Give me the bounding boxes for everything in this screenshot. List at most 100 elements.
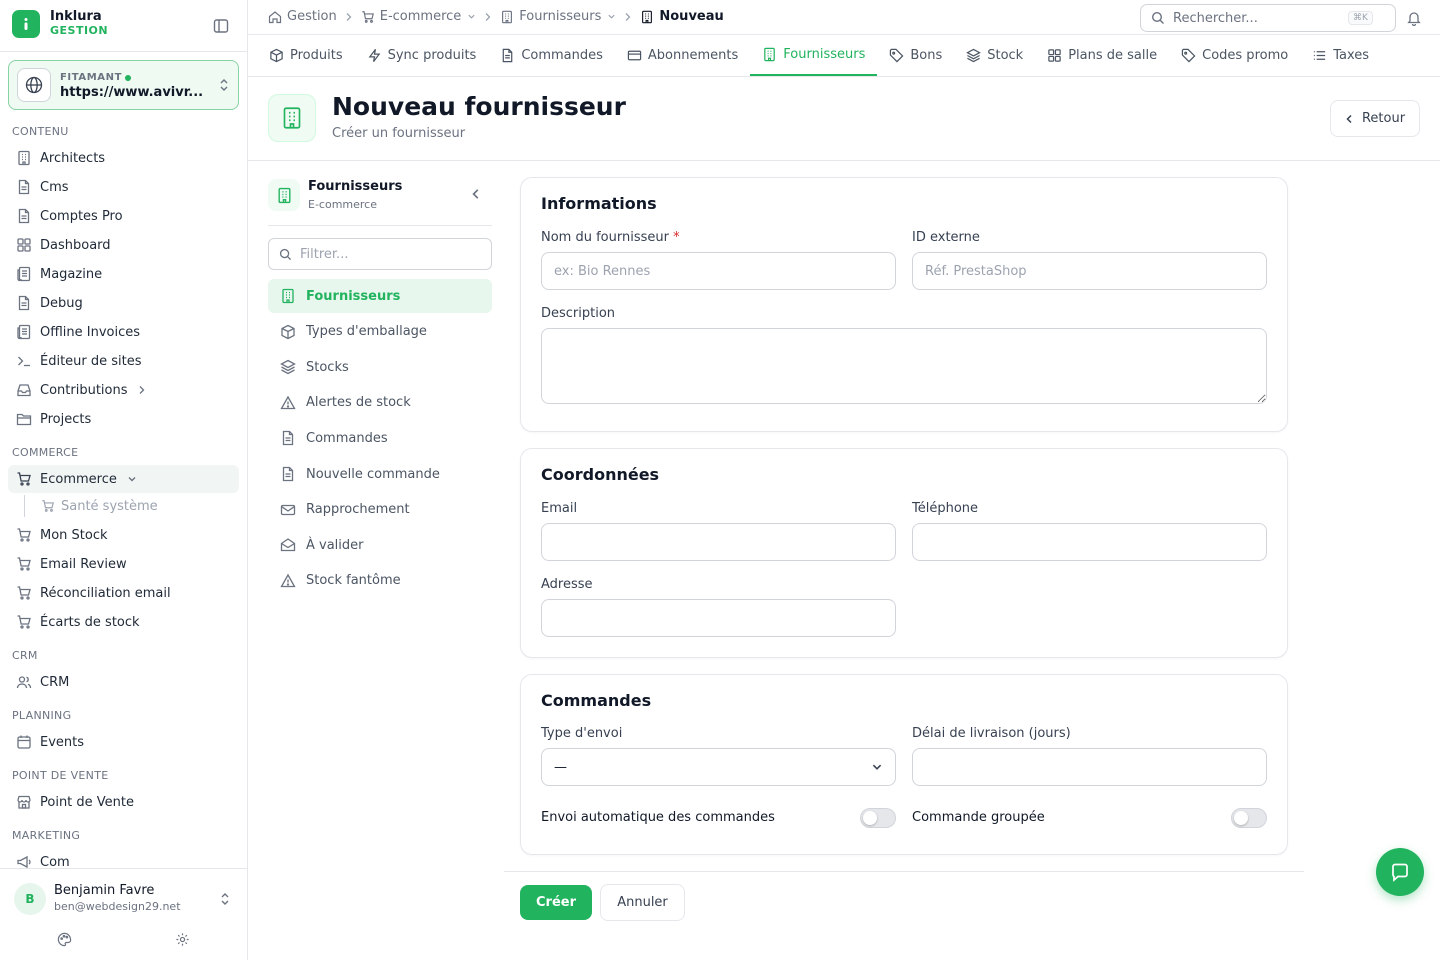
- chevron-down-icon: [871, 761, 883, 773]
- create-button[interactable]: Créer: [520, 885, 592, 920]
- tab-label: Codes promo: [1202, 48, 1289, 63]
- grouped-order-toggle[interactable]: [1231, 808, 1267, 828]
- subnav-item[interactable]: Commandes: [268, 421, 492, 455]
- chevron-updown-icon[interactable]: [219, 891, 231, 907]
- sidebar-item-label: Éditeur de sites: [40, 353, 142, 369]
- tab-plans-de-salle[interactable]: Plans de salle: [1035, 35, 1169, 76]
- section-marketing: MARKETING: [12, 829, 81, 842]
- subnav-item-label: Nouvelle commande: [306, 466, 440, 482]
- tab-bons[interactable]: Bons: [877, 35, 954, 76]
- chevron-left-icon: [1345, 114, 1354, 124]
- brand[interactable]: Inklura GESTION: [12, 10, 108, 38]
- newspaper-icon: [16, 266, 32, 282]
- sidebar-item[interactable]: Comptes Pro: [8, 202, 239, 230]
- sidebar-item[interactable]: Architects: [8, 144, 239, 172]
- breadcrumb-home[interactable]: Gestion: [268, 9, 337, 24]
- tab-stock[interactable]: Stock: [954, 35, 1035, 76]
- email-field[interactable]: [541, 523, 896, 561]
- building-icon: [268, 179, 300, 211]
- description-textarea[interactable]: [541, 328, 1267, 404]
- subnav-item[interactable]: Stock fantôme: [268, 564, 492, 598]
- sidebar-item[interactable]: Éditeur de sites: [8, 347, 239, 375]
- filter-input[interactable]: [300, 246, 480, 262]
- sidebar-item-label: Point de Vente: [40, 794, 135, 810]
- subnav-item[interactable]: Stocks: [268, 350, 492, 384]
- sidebar-item[interactable]: Email Review: [8, 550, 239, 578]
- user-menu[interactable]: B Benjamin Favre ben@webdesign29.net: [0, 868, 247, 960]
- layers-icon: [966, 48, 982, 63]
- subnav-item[interactable]: Types d'emballage: [268, 315, 492, 349]
- sidebar-item[interactable]: Dashboard: [8, 231, 239, 259]
- address-field[interactable]: [541, 599, 896, 637]
- subnav-item[interactable]: Rapprochement: [268, 493, 492, 527]
- alert-icon: [280, 573, 296, 589]
- cancel-button[interactable]: Annuler: [600, 884, 685, 921]
- chevron-down-icon: [127, 474, 137, 484]
- sidebar-item-crm[interactable]: CRM: [8, 668, 239, 696]
- sidebar-item[interactable]: Écarts de stock: [8, 608, 239, 636]
- tab-label: Produits: [290, 48, 343, 63]
- alert-icon: [280, 395, 296, 411]
- tab-produits[interactable]: Produits: [257, 35, 355, 76]
- subnav-filter[interactable]: [268, 238, 492, 270]
- subnav-item[interactable]: Fournisseurs: [268, 279, 492, 313]
- sidebar-item-pos[interactable]: Point de Vente: [8, 788, 239, 816]
- tab-codes-promo[interactable]: Codes promo: [1169, 35, 1300, 76]
- tab-sync-produits[interactable]: Sync produits: [355, 35, 489, 76]
- chevron-left-icon[interactable]: [471, 188, 481, 200]
- search-input[interactable]: [1173, 10, 1348, 26]
- chevron-right-icon: [624, 12, 632, 22]
- external-id-input[interactable]: [912, 252, 1267, 290]
- tab-label: Stock: [987, 48, 1024, 63]
- shipping-type-select[interactable]: —: [541, 748, 896, 786]
- sidebar-item[interactable]: Contributions: [8, 376, 239, 404]
- gear-icon[interactable]: [175, 932, 190, 947]
- palette-icon[interactable]: [57, 932, 72, 947]
- subnav-item[interactable]: À valider: [268, 528, 492, 562]
- sidebar-toggle-icon[interactable]: [212, 17, 230, 35]
- site-switcher[interactable]: FITAMANT https://www.avivr...: [8, 60, 239, 110]
- breadcrumb-ecommerce[interactable]: E-commerce: [361, 9, 477, 24]
- newspaper-icon: [16, 324, 32, 340]
- cart-icon: [16, 556, 32, 572]
- phone-field[interactable]: [912, 523, 1267, 561]
- file-icon: [16, 295, 32, 311]
- required-marker: *: [673, 230, 680, 245]
- chat-button[interactable]: [1376, 848, 1424, 896]
- sidebar-item[interactable]: Projects: [8, 405, 239, 433]
- brand-name: Inklura: [50, 9, 102, 24]
- sidebar-item[interactable]: Cms: [8, 173, 239, 201]
- sidebar-item-label: Events: [40, 734, 85, 750]
- sidebar-item[interactable]: Mon Stock: [8, 521, 239, 549]
- sidebar-item[interactable]: Debug: [8, 289, 239, 317]
- toggle-knob: [1234, 811, 1248, 825]
- file-icon: [16, 179, 32, 195]
- building-icon: [16, 150, 32, 166]
- tab-abonnements[interactable]: Abonnements: [615, 35, 750, 76]
- breadcrumb: Gestion E-commerce Fournisseurs Nouveau: [268, 9, 724, 24]
- back-button[interactable]: Retour: [1330, 100, 1420, 137]
- sidebar-item[interactable]: Magazine: [8, 260, 239, 288]
- subnav-title: Fournisseurs: [308, 179, 403, 194]
- tab-taxes[interactable]: Taxes: [1300, 35, 1381, 76]
- back-button-label: Retour: [1361, 111, 1406, 126]
- sidebar-item-label: Contributions: [40, 382, 128, 398]
- auto-send-toggle[interactable]: [860, 808, 896, 828]
- subnav-item[interactable]: Alertes de stock: [268, 386, 492, 420]
- breadcrumb-fournisseurs[interactable]: Fournisseurs: [500, 9, 616, 24]
- tab-fournisseurs[interactable]: Fournisseurs: [750, 35, 878, 76]
- delivery-delay-input[interactable]: [912, 748, 1267, 786]
- sidebar-item[interactable]: Réconciliation email: [8, 579, 239, 607]
- sidebar-item-ecommerce[interactable]: Ecommerce: [8, 465, 239, 493]
- bell-icon[interactable]: [1406, 10, 1422, 26]
- grid-icon: [1047, 48, 1062, 63]
- sidebar-subitem-sante[interactable]: Santé système: [24, 495, 158, 517]
- tab-label: Sync produits: [387, 48, 477, 63]
- global-search[interactable]: ⌘K: [1140, 4, 1396, 32]
- chevron-updown-icon: [218, 77, 230, 93]
- tab-commandes[interactable]: Commandes: [488, 35, 615, 76]
- subnav-item[interactable]: Nouvelle commande: [268, 457, 492, 491]
- sidebar-item[interactable]: Offline Invoices: [8, 318, 239, 346]
- supplier-name-input[interactable]: [541, 252, 896, 290]
- sidebar-item-events[interactable]: Events: [8, 728, 239, 756]
